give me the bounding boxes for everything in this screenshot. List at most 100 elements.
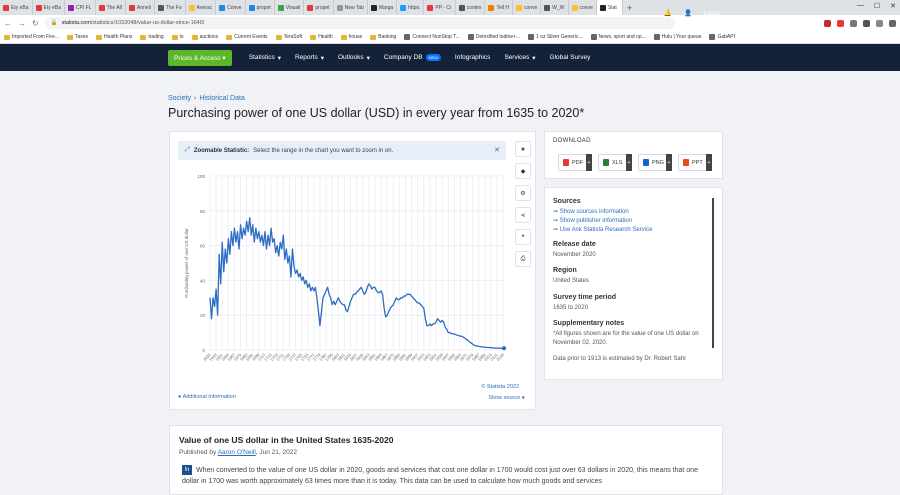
profile-icon[interactable] [876,19,883,27]
browser-tab[interactable]: Ety eBa [33,0,66,15]
additional-information-link[interactable]: ● Additional Information [178,394,236,400]
plus-icon[interactable]: + [666,154,672,171]
bookmark-label: house [348,34,363,40]
browser-tab[interactable]: Stat [596,0,623,15]
quote-icon[interactable]: ❝ [515,229,531,245]
download-ppt-button[interactable]: PPT + [678,154,712,171]
browser-tab[interactable]: CPI FL [65,0,96,15]
extension-icon[interactable] [837,19,844,27]
bookmark-item[interactable]: GabAPI [709,34,735,40]
nav-item[interactable]: Statistics ▾ [242,54,288,62]
bookmark-item[interactable]: Imported From Fire... [4,34,59,40]
bookmark-item[interactable]: Banking [370,34,396,40]
browser-tab[interactable]: Marga [368,0,398,15]
bell-icon[interactable]: ◆ [515,163,531,179]
show-sources-link[interactable]: ➞ Show sources information [553,208,711,215]
bookmark-item[interactable]: TeraSoft [275,34,303,40]
tab-label: contex [466,4,482,11]
browser-tab[interactable]: Visuali [275,0,305,15]
browser-tab[interactable]: New Tab [334,0,368,15]
plus-icon[interactable]: + [586,154,592,171]
show-publisher-link[interactable]: ➞ Show publisher information [553,217,711,224]
login-link[interactable]: Login [704,10,720,17]
statista-credit[interactable]: © Statista 2022 [481,384,519,390]
breadcrumb-historical-data[interactable]: Historical Data [199,95,245,102]
bookmark-item[interactable]: News, sport and op... [590,34,646,40]
browser-tab[interactable]: The All [96,0,126,15]
bookmark-item[interactable]: lo [171,34,184,40]
nav-item-label: Outlooks [338,54,364,61]
maximize-icon[interactable]: ☐ [874,2,880,10]
reload-icon[interactable]: ↻ [32,19,39,28]
notification-icon[interactable]: 🔔 [664,9,672,17]
browser-tab[interactable]: Tell H [485,0,513,15]
print-icon[interactable]: ⎙ [515,251,531,267]
bookmark-item[interactable]: Connect NonStop T... [404,34,460,40]
plus-icon[interactable]: + [626,154,632,171]
url-input[interactable]: 🔒 statista.com/statistics/1032048/value-… [44,17,675,29]
download-xls-button[interactable]: XLS + [598,154,632,171]
nav-item[interactable]: Company DB NEW [377,54,448,62]
breadcrumb-society[interactable]: Society [168,95,191,102]
nav-item[interactable]: Infographics [448,54,497,62]
browser-tab[interactable]: Ety eBa [0,0,33,15]
close-window-icon[interactable]: ✕ [890,2,896,10]
bookmark-item[interactable]: Health [310,34,333,40]
bookmark-label: TeraSoft [283,34,303,40]
browser-tab[interactable]: propet [246,0,275,15]
browser-tab[interactable]: contex [456,0,486,15]
bookmark-item[interactable]: Detoxified Iodine+... [467,34,520,40]
line-chart[interactable]: 0204060801001635164316511659166716751683… [180,168,510,390]
browser-tab[interactable]: PP - Cr [424,0,456,15]
extension-icon[interactable] [850,19,857,27]
share-icon[interactable]: ⋖ [515,207,531,223]
browser-tab[interactable]: Anneli [126,0,155,15]
bookmark-item[interactable]: Health Plans [96,34,132,40]
bookmark-label: 1 oz Silver Generic... [536,34,583,40]
download-png-button[interactable]: PNG + [638,154,672,171]
bookmark-item[interactable]: Taxes [66,34,88,40]
minimize-icon[interactable]: — [857,2,864,10]
plus-icon[interactable]: + [706,154,712,171]
data-point-last[interactable] [502,346,506,351]
gear-icon[interactable]: ⚙ [515,185,531,201]
browser-tab[interactable]: Conve [216,0,246,15]
prices-access-button[interactable]: Prices & Access ▾ [168,49,232,66]
nav-item[interactable]: Outlooks ▾ [331,54,377,62]
extension-icon[interactable] [824,19,831,27]
bookmark-item[interactable]: house [340,34,363,40]
menu-icon[interactable] [889,19,896,27]
info-scrollbar[interactable] [712,198,714,348]
bookmark-item[interactable]: Hulu | Your queue [653,34,701,40]
back-icon[interactable]: ← [4,19,12,28]
tab-label: The Fo [165,4,182,11]
tab-favicon-icon [307,4,314,11]
browser-tab[interactable]: The Fo [155,0,186,15]
nav-item[interactable]: Services ▾ [497,54,542,62]
nav-item[interactable]: Global Survey [543,54,598,62]
author-link[interactable]: Aaron O'Neill [218,449,256,456]
bookmark-item[interactable]: auctions [191,34,218,40]
browser-tab[interactable]: conve [513,0,542,15]
user-icon[interactable]: 👤 [684,9,692,17]
browser-tab[interactable]: propet [304,0,334,15]
nav-item[interactable]: Reports ▾ [288,54,331,62]
browser-tab[interactable]: https: [397,0,425,15]
bookmark-item[interactable]: Current Events [226,34,268,40]
ask-research-link[interactable]: ➞ Use Ask Statista Research Service [553,226,711,233]
extension-icon[interactable] [863,19,870,27]
browser-tab[interactable]: conve [569,0,597,15]
browser-tab[interactable]: Averac [186,0,217,15]
forward-icon[interactable]: → [18,19,26,28]
bookmark-item[interactable]: trading [140,34,164,40]
show-source-link[interactable]: Show source ● [488,395,525,401]
tab-label: W_W [552,4,565,11]
browser-tab[interactable]: W_W [541,0,569,15]
new-tab-button[interactable]: + [623,3,636,13]
star-icon[interactable]: ★ [515,141,531,157]
file-icon [603,159,609,166]
zoom-banner: ⤢ Zoomable Statistic: Select the range i… [178,141,506,160]
close-icon[interactable]: ✕ [494,146,500,154]
bookmark-item[interactable]: 1 oz Silver Generic... [528,34,583,40]
download-pdf-button[interactable]: PDF + [558,154,592,171]
